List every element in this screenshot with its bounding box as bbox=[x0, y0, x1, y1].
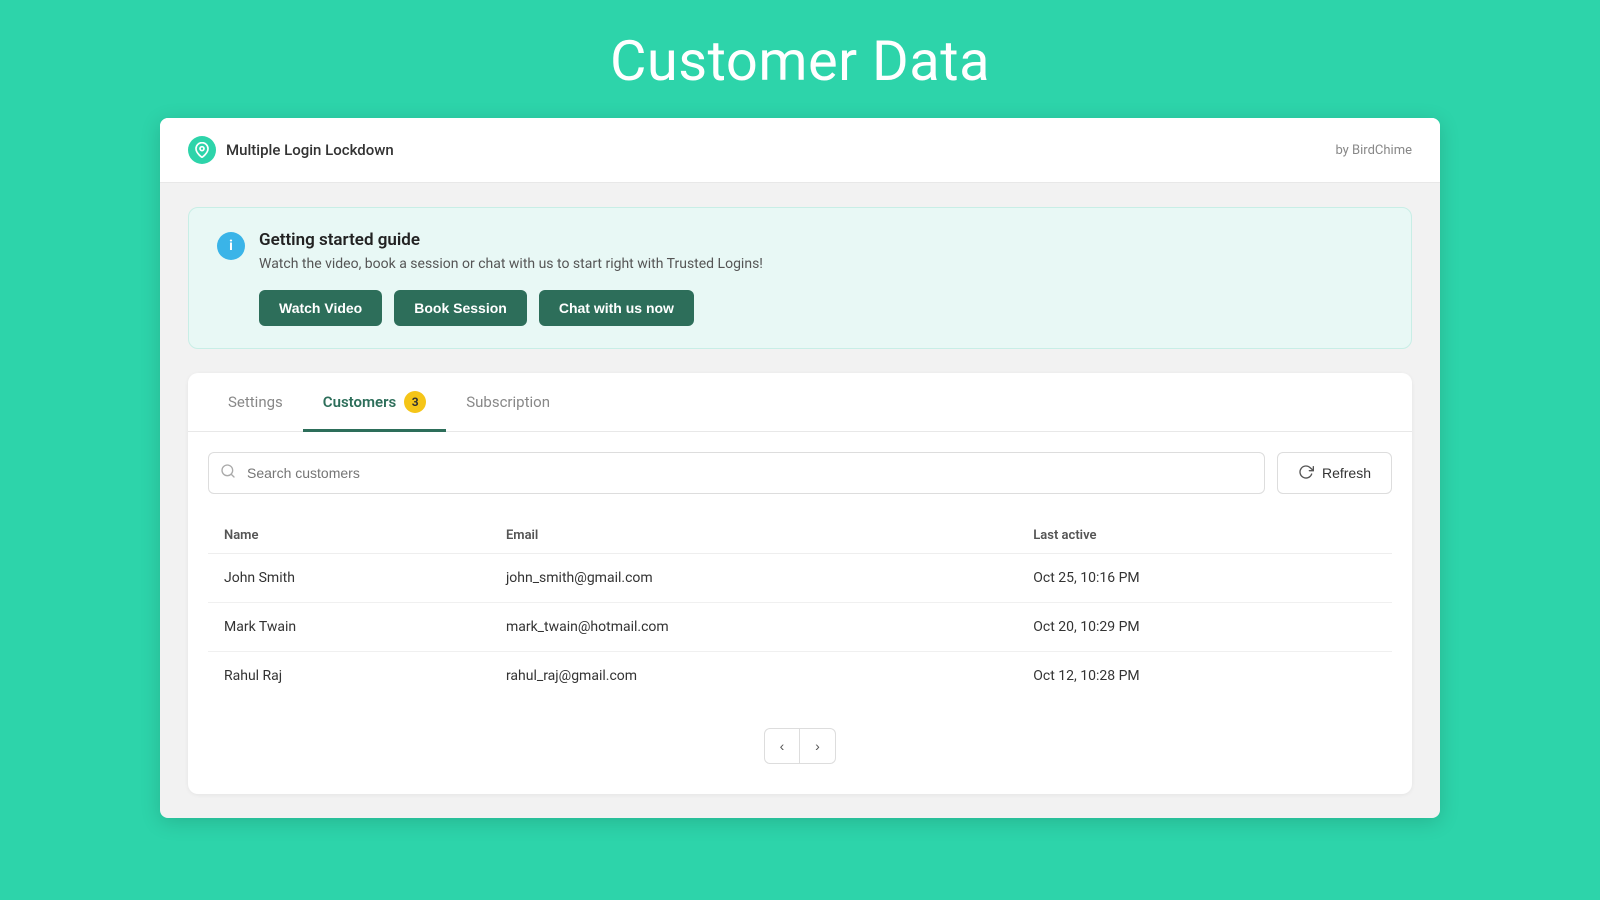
guide-card: i Getting started guide Watch the video,… bbox=[188, 207, 1412, 349]
top-bar-left: Multiple Login Lockdown bbox=[188, 136, 394, 164]
cell-last-active: Oct 20, 10:29 PM bbox=[1017, 603, 1392, 652]
cell-name: Rahul Raj bbox=[208, 652, 490, 701]
tabs-container: Settings Customers 3 Subscription bbox=[188, 373, 1412, 794]
table-section: Refresh Name Email Last active John Smit… bbox=[188, 432, 1412, 794]
guide-subtitle: Watch the video, book a session or chat … bbox=[259, 256, 1383, 272]
cell-name: Mark Twain bbox=[208, 603, 490, 652]
info-icon: i bbox=[217, 232, 245, 260]
app-icon bbox=[188, 136, 216, 164]
refresh-icon bbox=[1298, 464, 1314, 483]
tabs-header: Settings Customers 3 Subscription bbox=[188, 373, 1412, 432]
table-row: Mark Twain mark_twain@hotmail.com Oct 20… bbox=[208, 603, 1392, 652]
tab-subscription[interactable]: Subscription bbox=[446, 373, 570, 432]
refresh-button[interactable]: Refresh bbox=[1277, 452, 1392, 494]
page-title-area: Customer Data bbox=[0, 0, 1600, 118]
search-input[interactable] bbox=[208, 452, 1265, 494]
page-title: Customer Data bbox=[0, 28, 1600, 94]
guide-content: Getting started guide Watch the video, b… bbox=[259, 230, 1383, 326]
watch-video-button[interactable]: Watch Video bbox=[259, 290, 382, 326]
col-name: Name bbox=[208, 518, 490, 554]
guide-title: Getting started guide bbox=[259, 230, 1383, 250]
app-container: Multiple Login Lockdown by BirdChime i G… bbox=[160, 118, 1440, 818]
customers-badge: 3 bbox=[404, 391, 426, 413]
cell-email: rahul_raj@gmail.com bbox=[490, 652, 1017, 701]
search-wrapper bbox=[208, 452, 1265, 494]
cell-email: john_smith@gmail.com bbox=[490, 554, 1017, 603]
tab-customers[interactable]: Customers 3 bbox=[303, 373, 446, 432]
chat-now-button[interactable]: Chat with us now bbox=[539, 290, 694, 326]
search-bar-row: Refresh bbox=[208, 452, 1392, 494]
customers-table: Name Email Last active John Smith john_s… bbox=[208, 518, 1392, 700]
tab-customers-label: Customers bbox=[323, 393, 396, 411]
prev-page-button[interactable]: ‹ bbox=[764, 728, 800, 764]
app-name: Multiple Login Lockdown bbox=[226, 141, 394, 159]
main-content: i Getting started guide Watch the video,… bbox=[160, 183, 1440, 818]
cell-last-active: Oct 12, 10:28 PM bbox=[1017, 652, 1392, 701]
top-bar: Multiple Login Lockdown by BirdChime bbox=[160, 118, 1440, 183]
guide-buttons: Watch Video Book Session Chat with us no… bbox=[259, 290, 1383, 326]
tab-settings[interactable]: Settings bbox=[208, 373, 303, 432]
tab-settings-label: Settings bbox=[228, 393, 283, 411]
refresh-label: Refresh bbox=[1322, 465, 1371, 481]
table-row: John Smith john_smith@gmail.com Oct 25, … bbox=[208, 554, 1392, 603]
pagination: ‹ › bbox=[208, 728, 1392, 764]
col-last-active: Last active bbox=[1017, 518, 1392, 554]
table-row: Rahul Raj rahul_raj@gmail.com Oct 12, 10… bbox=[208, 652, 1392, 701]
book-session-button[interactable]: Book Session bbox=[394, 290, 527, 326]
by-label: by BirdChime bbox=[1335, 143, 1412, 158]
cell-last-active: Oct 25, 10:16 PM bbox=[1017, 554, 1392, 603]
next-page-button[interactable]: › bbox=[800, 728, 836, 764]
cell-email: mark_twain@hotmail.com bbox=[490, 603, 1017, 652]
tab-subscription-label: Subscription bbox=[466, 393, 550, 411]
search-icon bbox=[220, 463, 236, 483]
col-email: Email bbox=[490, 518, 1017, 554]
cell-name: John Smith bbox=[208, 554, 490, 603]
